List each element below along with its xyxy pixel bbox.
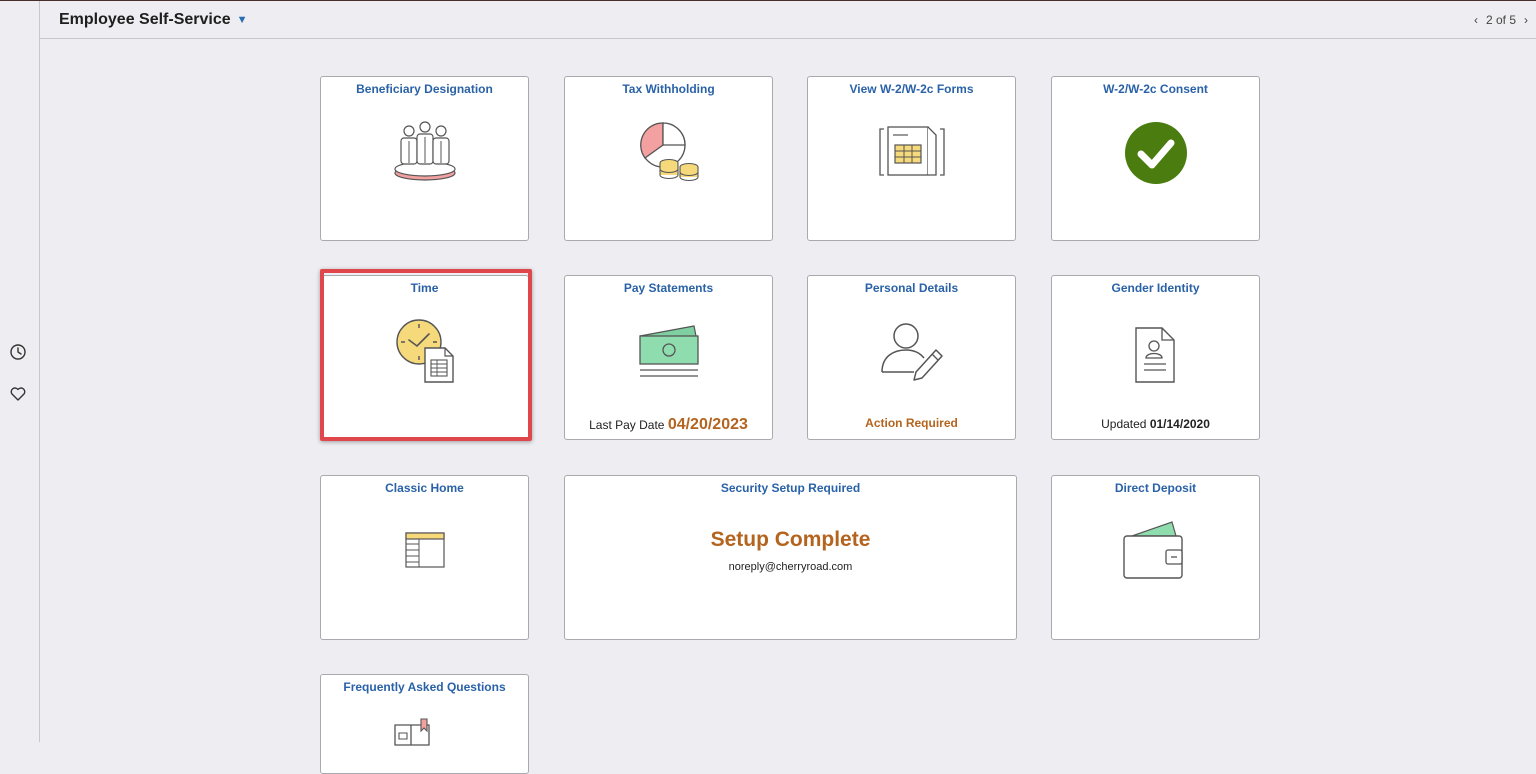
security-email: noreply@cherryroad.com bbox=[728, 561, 853, 573]
last-pay-date: 04/20/2023 bbox=[667, 416, 748, 433]
tile-title: Frequently Asked Questions bbox=[343, 680, 506, 694]
tile-title: Personal Details bbox=[864, 281, 959, 295]
left-sidebar bbox=[0, 1, 40, 742]
tile-tax-withholding[interactable]: Tax Withholding bbox=[564, 76, 773, 241]
classic-page-icon bbox=[405, 532, 445, 568]
tile-title: Pay Statements bbox=[623, 281, 714, 295]
favorites-heart-icon[interactable] bbox=[9, 385, 27, 403]
tile-personal-details[interactable]: Personal Details Action Required bbox=[807, 275, 1016, 440]
clock-timesheet-icon bbox=[396, 319, 454, 383]
people-on-platform-icon bbox=[394, 121, 456, 181]
tile-title: Direct Deposit bbox=[1114, 481, 1197, 495]
tile-beneficiary-designation[interactable]: Beneficiary Designation bbox=[320, 76, 529, 241]
forms-document-icon bbox=[879, 126, 945, 176]
history-icon[interactable] bbox=[9, 343, 27, 361]
tile-title: Gender Identity bbox=[1111, 281, 1200, 295]
person-edit-icon bbox=[881, 323, 943, 381]
page-indicator: 2 of 5 bbox=[1485, 13, 1516, 27]
pie-chart-coins-icon bbox=[640, 122, 699, 182]
green-checkmark-icon bbox=[1125, 122, 1187, 184]
tile-title: View W-2/W-2c Forms bbox=[849, 82, 974, 96]
next-page-icon[interactable]: › bbox=[1524, 13, 1528, 27]
tile-title: Tax Withholding bbox=[622, 82, 715, 96]
tile-title: Beneficiary Designation bbox=[356, 82, 493, 96]
tile-pay-statements[interactable]: Pay Statements Last Pay Date 04/20/2023 bbox=[564, 275, 773, 440]
money-bill-icon bbox=[639, 325, 699, 377]
tile-w2-consent[interactable]: W-2/W-2c Consent bbox=[1051, 76, 1260, 241]
action-required-label: Action Required bbox=[865, 416, 958, 430]
tile-faq[interactable]: Frequently Asked Questions bbox=[320, 674, 529, 774]
profile-document-icon bbox=[1135, 327, 1175, 383]
tile-time[interactable]: Time bbox=[320, 275, 529, 440]
homepage-pager: ‹ 2 of 5 › bbox=[1474, 13, 1528, 27]
tile-view-w2-forms[interactable]: View W-2/W-2c Forms bbox=[807, 76, 1016, 241]
faq-book-icon bbox=[394, 718, 430, 746]
tile-footer: Updated 01/14/2020 bbox=[1052, 417, 1259, 431]
homepage-selector[interactable]: Employee Self-Service ▼ bbox=[59, 11, 248, 29]
page-header: Employee Self-Service ▼ ‹ 2 of 5 › bbox=[40, 1, 1536, 39]
tile-security-setup[interactable]: Security Setup Required Setup Complete n… bbox=[564, 475, 1017, 640]
caret-down-icon: ▼ bbox=[236, 14, 248, 26]
page-title: Employee Self-Service bbox=[59, 11, 231, 28]
setup-status-headline: Setup Complete bbox=[710, 528, 871, 551]
tile-title: W-2/W-2c Consent bbox=[1103, 82, 1208, 96]
tile-direct-deposit[interactable]: Direct Deposit bbox=[1051, 475, 1260, 640]
tile-classic-home[interactable]: Classic Home bbox=[320, 475, 529, 640]
tile-title: Time bbox=[410, 281, 439, 295]
tile-footer: Last Pay Date 04/20/2023 bbox=[565, 416, 772, 434]
updated-date: 01/14/2020 bbox=[1149, 417, 1210, 431]
footer-label: Updated bbox=[1101, 417, 1147, 431]
tile-title: Security Setup Required bbox=[720, 481, 861, 495]
previous-page-icon[interactable]: ‹ bbox=[1474, 13, 1478, 27]
footer-label: Last Pay Date bbox=[589, 418, 665, 432]
tile-title: Classic Home bbox=[385, 481, 464, 495]
tile-gender-identity[interactable]: Gender Identity Updated 01/14/2020 bbox=[1051, 275, 1260, 440]
wallet-icon bbox=[1123, 521, 1183, 579]
